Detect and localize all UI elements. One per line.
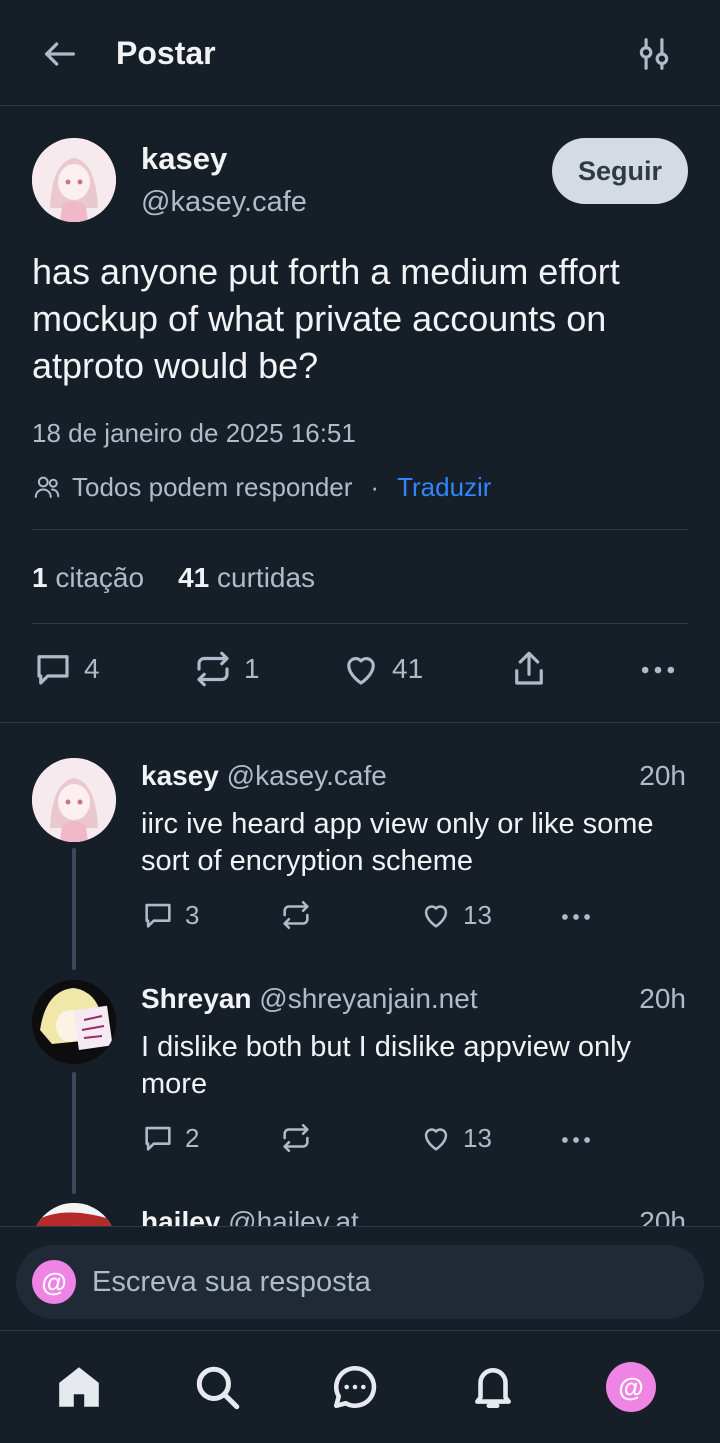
reply-time: 20h: [639, 760, 686, 791]
top-bar: Postar: [0, 0, 720, 106]
repost-icon: [283, 1123, 309, 1153]
like-count: 41: [392, 653, 424, 684]
share-button[interactable]: [508, 648, 550, 690]
like-button[interactable]: 13: [419, 898, 492, 932]
chat-icon: [333, 1365, 377, 1409]
reply-author-name: Shreyan: [141, 983, 252, 1014]
tab-home[interactable]: [51, 1359, 107, 1415]
more-icon: [641, 666, 675, 674]
tab-profile[interactable]: @: [603, 1359, 659, 1415]
tab-search[interactable]: [189, 1359, 245, 1415]
reply-count: 2: [185, 1122, 200, 1153]
reply-author-handle: @shreyanjain.net: [259, 983, 478, 1014]
like-button[interactable]: 41: [340, 648, 423, 690]
author-handle[interactable]: @kasey.cafe: [141, 183, 307, 221]
reply-permission-label[interactable]: Todos podem responder: [72, 470, 352, 504]
quotes-stat[interactable]: 1 citação: [32, 560, 144, 596]
reply-button[interactable]: 3: [141, 898, 199, 932]
like-count: 13: [463, 899, 492, 930]
profile-avatar: @: [606, 1362, 656, 1412]
users-icon: [34, 476, 60, 498]
arrow-left-icon: [45, 42, 76, 66]
repost-icon: [283, 900, 309, 930]
quotes-count: 1: [32, 562, 48, 593]
like-button[interactable]: 13: [419, 1121, 492, 1155]
heart-icon: [424, 1128, 448, 1151]
more-options-button[interactable]: [557, 1121, 595, 1159]
reply-count: 3: [185, 899, 200, 930]
likes-label: curtidas: [217, 562, 316, 593]
bottom-nav: @: [0, 1330, 720, 1443]
repost-count: 1: [244, 653, 260, 684]
reply-composer[interactable]: @ Escreva sua resposta: [16, 1245, 704, 1319]
more-icon: [562, 1137, 590, 1143]
reply-author-handle: @kasey.cafe: [226, 760, 387, 791]
likes-stat[interactable]: 41 curtidas: [178, 560, 315, 596]
reply-permission-row: Todos podem responder · Traduzir: [32, 470, 491, 504]
reply-button[interactable]: 4: [32, 648, 100, 690]
home-icon: [59, 1367, 99, 1407]
divider: [32, 529, 688, 530]
reply-post[interactable]: Shreyan @shreyanjain.net 20h I dislike b…: [0, 981, 720, 1181]
heart-icon: [424, 905, 448, 928]
reply-button[interactable]: 2: [141, 1121, 199, 1155]
divider: [0, 722, 720, 723]
bell-icon: [475, 1368, 511, 1409]
back-button[interactable]: [36, 30, 84, 78]
reply-count: 4: [84, 653, 100, 684]
reply-actions: 3 13: [141, 898, 621, 938]
post-text: has anyone put forth a medium effort moc…: [32, 251, 620, 386]
heart-icon: [347, 657, 375, 685]
page-title: Postar: [116, 35, 216, 71]
reply-input[interactable]: Escreva sua resposta: [92, 1266, 371, 1299]
more-icon: [562, 914, 590, 920]
likes-count: 41: [178, 562, 210, 593]
composer-avatar: @: [32, 1260, 76, 1304]
divider: [32, 623, 688, 624]
quotes-label: citação: [55, 562, 145, 593]
reply-text: I dislike both but I dislike appview onl…: [141, 1031, 632, 1100]
comment-icon: [145, 903, 171, 928]
post-date: 18 de janeiro de 2025 16:51: [32, 418, 356, 448]
reply-post[interactable]: kasey @kasey.cafe 20h iirc ive heard app…: [0, 758, 720, 958]
reply-author-name: kasey: [141, 760, 219, 791]
repost-button[interactable]: [279, 1121, 313, 1155]
post-stats: 1 citação 41 curtidas: [32, 560, 349, 596]
repost-button[interactable]: 1: [192, 648, 260, 690]
post-actions: 4 1 41: [32, 648, 688, 696]
like-count: 13: [463, 1122, 492, 1153]
reply-composer-bar: @ Escreva sua resposta: [0, 1226, 720, 1330]
separator: ·: [370, 472, 380, 502]
avatar[interactable]: [32, 138, 116, 222]
sliders-icon: [639, 38, 669, 70]
reply-actions: 2 13: [141, 1121, 621, 1161]
search-icon: [196, 1366, 240, 1410]
tab-notifications[interactable]: [465, 1359, 521, 1415]
reply-author[interactable]: kasey @kasey.cafe: [141, 758, 387, 794]
thread-settings-button[interactable]: [630, 30, 678, 78]
translate-link[interactable]: Traduzir: [397, 470, 491, 504]
author-name[interactable]: kasey: [141, 140, 227, 178]
more-options-button[interactable]: [557, 898, 595, 936]
follow-button[interactable]: Seguir: [552, 138, 688, 204]
reply-text: iirc ive heard app view only or like som…: [141, 808, 654, 877]
tab-chat[interactable]: [327, 1359, 383, 1415]
comment-icon: [145, 1126, 171, 1151]
reply-author[interactable]: Shreyan @shreyanjain.net: [141, 981, 478, 1017]
repost-icon: [197, 651, 229, 687]
reply-time: 20h: [639, 983, 686, 1014]
share-icon: [515, 651, 543, 685]
repost-button[interactable]: [279, 898, 313, 932]
comment-icon: [37, 655, 69, 685]
more-options-button[interactable]: [636, 648, 680, 692]
